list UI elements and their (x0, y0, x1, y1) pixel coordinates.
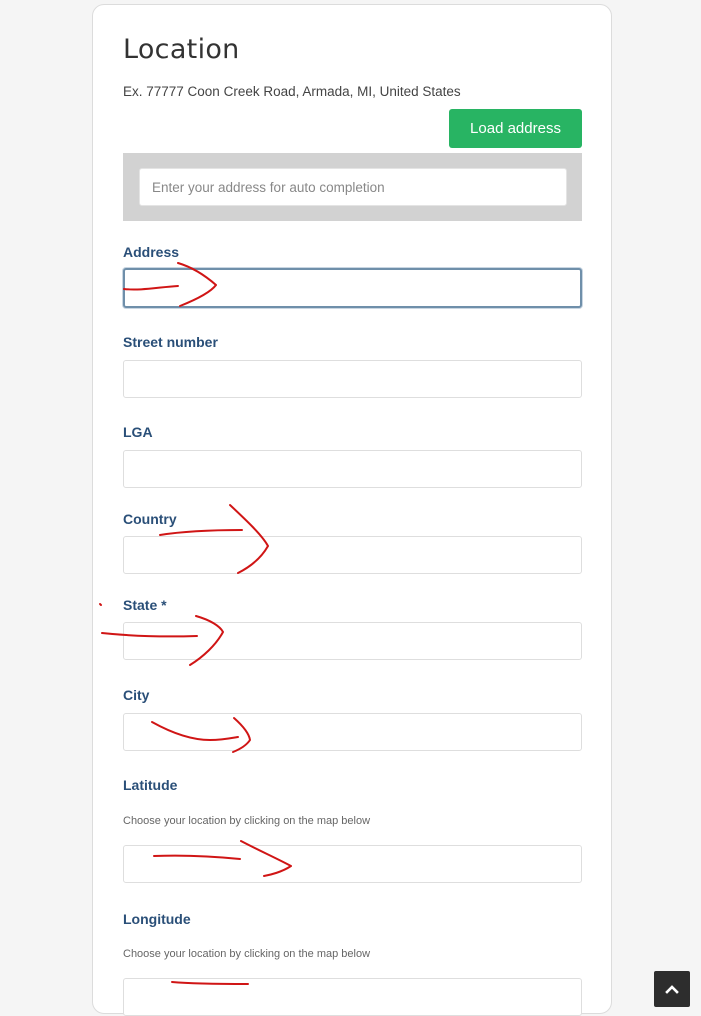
load-address-button[interactable]: Load address (449, 109, 582, 148)
city-label: City (123, 687, 150, 703)
country-field[interactable] (123, 536, 582, 574)
chevron-up-icon (665, 985, 679, 994)
address-field[interactable] (123, 268, 582, 308)
state-label: State * (123, 597, 167, 613)
address-label: Address (123, 244, 180, 260)
autocomplete-input[interactable] (139, 168, 567, 206)
street-number-label: Street number (123, 334, 218, 350)
latitude-field[interactable] (123, 845, 582, 883)
scroll-to-top-button[interactable] (654, 971, 690, 1007)
lga-field[interactable] (123, 450, 582, 488)
city-field[interactable] (123, 713, 582, 751)
longitude-field[interactable] (123, 978, 582, 1016)
lga-label: LGA (123, 424, 153, 440)
address-example: Ex. 77777 Coon Creek Road, Armada, MI, U… (123, 84, 461, 99)
latitude-hint: Choose your location by clicking on the … (123, 815, 371, 827)
latitude-label: Latitude (123, 777, 178, 793)
longitude-label: Longitude (123, 911, 191, 927)
longitude-hint: Choose your location by clicking on the … (123, 948, 371, 960)
street-number-field[interactable] (123, 360, 582, 398)
country-label: Country (123, 511, 177, 527)
state-field[interactable] (123, 622, 582, 660)
page-title: Location (123, 34, 240, 65)
